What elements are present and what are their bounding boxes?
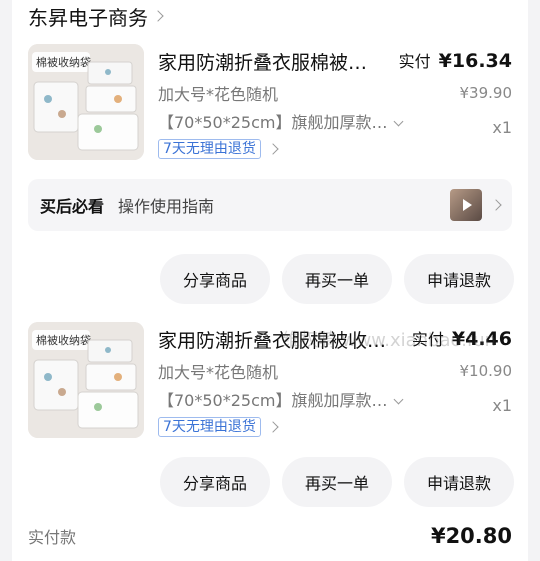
return-policy[interactable]: 7天无理由退货 bbox=[158, 139, 279, 159]
order-item[interactable]: 棉被收纳袋 家用防潮折叠衣服棉被收… 加大号*花色随机 【70*50*25cm】… bbox=[28, 322, 512, 442]
video-thumbnail[interactable] bbox=[450, 189, 482, 221]
order-total: 实付款 ¥20.80 bbox=[28, 524, 512, 548]
product-spec: 加大号*花色随机 bbox=[158, 85, 279, 104]
play-icon bbox=[463, 199, 472, 211]
price-column: 实付 ¥16.34 ¥39.90 bbox=[399, 48, 512, 102]
storage-bag-image: 棉被收纳袋 bbox=[28, 322, 144, 438]
paid-label: 实付 bbox=[411, 330, 444, 349]
share-product-button[interactable]: 分享商品 bbox=[160, 254, 270, 304]
guide-title: 买后必看 bbox=[40, 197, 105, 216]
product-title[interactable]: 家用防潮折叠衣服棉被收… bbox=[158, 326, 390, 353]
total-label: 实付款 bbox=[28, 528, 77, 547]
product-spec: 加大号*花色随机 bbox=[158, 363, 279, 382]
order-card: 东昇电子商务 棉被收纳袋 家用防潮折叠衣服棉被… 加大号*花色随机 【70*50… bbox=[12, 0, 528, 561]
buy-again-button[interactable]: 再买一单 bbox=[282, 457, 392, 507]
item-actions: 分享商品 再买一单 申请退款 bbox=[160, 457, 514, 507]
chevron-down-icon bbox=[394, 394, 404, 404]
chevron-right-icon bbox=[152, 10, 164, 22]
storage-bag-image: 棉被收纳袋 bbox=[28, 44, 144, 160]
thumb-label: 棉被收纳袋 bbox=[36, 55, 91, 69]
request-refund-button[interactable]: 申请退款 bbox=[404, 254, 514, 304]
return-policy-badge: 7天无理由退货 bbox=[158, 139, 261, 159]
chevron-down-icon bbox=[394, 116, 404, 126]
guide-text: 操作使用指南 bbox=[118, 197, 215, 216]
thumb-label: 棉被收纳袋 bbox=[36, 333, 91, 347]
after-sale-guide[interactable]: 买后必看 操作使用指南 bbox=[28, 179, 512, 231]
share-product-button[interactable]: 分享商品 bbox=[160, 457, 270, 507]
total-amount: ¥20.80 bbox=[430, 524, 512, 548]
paid-amount: ¥16.34 bbox=[438, 50, 512, 72]
product-thumbnail[interactable]: 棉被收纳袋 bbox=[28, 44, 144, 160]
buy-again-button[interactable]: 再买一单 bbox=[282, 254, 392, 304]
item-quantity: x1 bbox=[492, 396, 512, 415]
product-title[interactable]: 家用防潮折叠衣服棉被… bbox=[158, 48, 390, 75]
paid-label: 实付 bbox=[398, 52, 431, 71]
shop-header[interactable]: 东昇电子商务 bbox=[28, 2, 164, 31]
request-refund-button[interactable]: 申请退款 bbox=[404, 457, 514, 507]
order-item[interactable]: 棉被收纳袋 家用防潮折叠衣服棉被… 加大号*花色随机 【70*50*25cm】旗… bbox=[28, 44, 512, 164]
original-price: ¥39.90 bbox=[459, 84, 513, 102]
return-policy-badge: 7天无理由退货 bbox=[158, 417, 261, 437]
original-price: ¥10.90 bbox=[459, 362, 513, 380]
paid-price: 实付 ¥16.34 bbox=[399, 48, 512, 72]
item-actions: 分享商品 再买一单 申请退款 bbox=[160, 254, 514, 304]
item-quantity: x1 bbox=[492, 118, 512, 137]
shop-name[interactable]: 东昇电子商务 bbox=[28, 2, 148, 31]
price-column: 实付 ¥4.46 ¥10.90 bbox=[412, 326, 512, 380]
paid-price: 实付 ¥4.46 bbox=[412, 326, 512, 350]
chevron-right-icon bbox=[490, 199, 502, 211]
spec-detail-text: 【70*50*25cm】旗舰加厚款… bbox=[158, 113, 388, 132]
product-thumbnail[interactable]: 棉被收纳袋 bbox=[28, 322, 144, 438]
product-spec-detail[interactable]: 【70*50*25cm】旗舰加厚款… bbox=[158, 387, 404, 411]
product-spec-detail[interactable]: 【70*50*25cm】旗舰加厚款… bbox=[158, 109, 404, 133]
chevron-right-icon bbox=[267, 421, 279, 433]
chevron-right-icon bbox=[267, 143, 279, 155]
return-policy[interactable]: 7天无理由退货 bbox=[158, 417, 279, 437]
paid-amount: ¥4.46 bbox=[451, 328, 512, 350]
spec-detail-text: 【70*50*25cm】旗舰加厚款… bbox=[158, 391, 388, 410]
